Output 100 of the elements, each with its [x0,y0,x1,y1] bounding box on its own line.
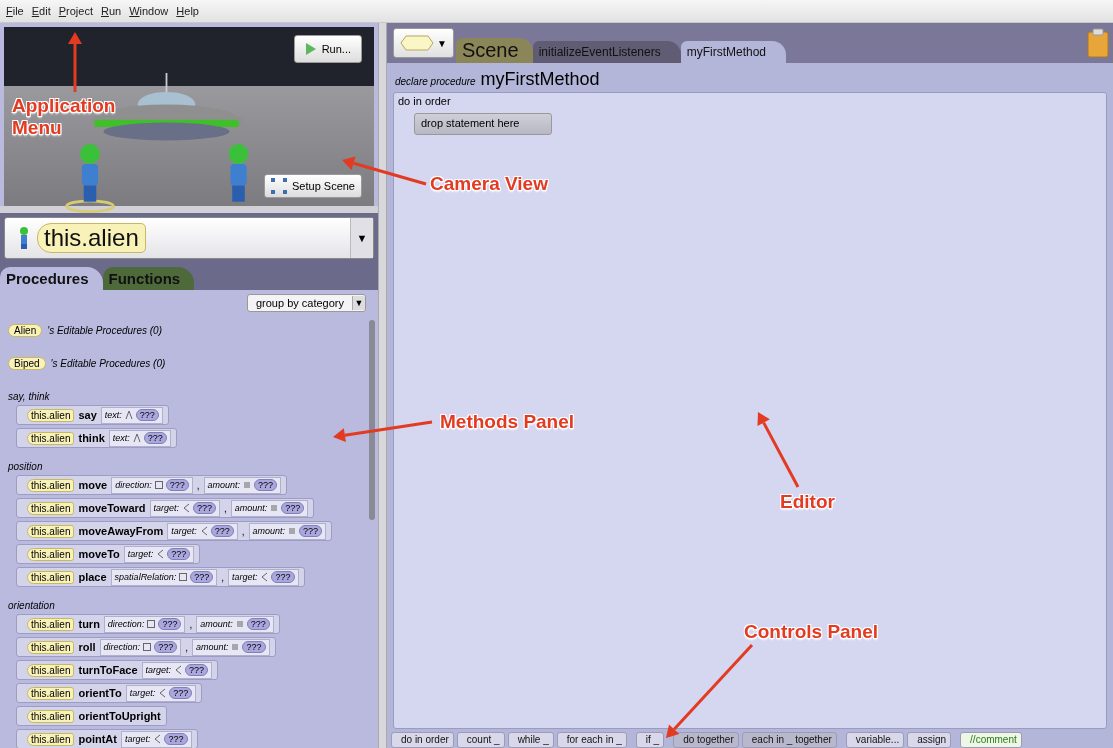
target-tag: this.alien [27,709,75,723]
menu-item[interactable]: Run [100,5,122,17]
type-tag[interactable]: Alien [8,323,43,337]
procedure-name: orientTo [78,687,122,699]
parameter-slot[interactable]: amount: ??? [203,476,282,494]
procedure-tile[interactable]: this.alien turn direction: ??? , amount: ??? [16,614,280,634]
comma: , [189,618,193,630]
procedure-name: roll [78,641,96,653]
category-label: say, think [8,391,51,402]
control-tile[interactable]: if _ [635,731,665,748]
control-tile[interactable]: count _ [456,731,505,748]
control-tile[interactable]: assign [907,731,952,748]
panel-tab[interactable]: Procedures [0,267,103,290]
editor-tab[interactable]: myFirstMethod [680,41,787,63]
callout-arrow [68,32,82,92]
menu-item[interactable]: Window [129,5,169,17]
control-tile[interactable]: //comment [960,731,1022,748]
control-tile[interactable]: for each in _ [556,731,627,748]
parameter-slot[interactable]: direction: ??? [103,615,186,633]
parameter-slot[interactable]: target: ??? [141,661,213,679]
parameter-type-icon [147,619,156,629]
procedure-name: say [78,409,97,421]
target-tag: this.alien [27,640,75,654]
procedure-tile[interactable]: this.alien moveTo target: ??? [16,544,201,564]
control-tile[interactable]: each in _ together [741,731,837,748]
parameter-type-icon [179,572,188,582]
parameter-slot[interactable]: amount: ??? [248,522,327,540]
drop-target[interactable]: drop statement here [414,113,552,135]
procedure-tile[interactable]: this.alien place spatialRelation: ??? , target: ??? [16,567,305,587]
object-name: this.alien [37,223,146,253]
editor-tab[interactable]: Scene [455,38,533,63]
object-selector[interactable]: this.alien ▼ [4,217,374,259]
target-tag: this.alien [27,663,75,677]
procedure-name: moveAwayFrom [78,525,164,537]
callout-label: Methods Panel [440,411,576,433]
procedure-tile[interactable]: this.alien say text: ??? [16,405,169,425]
type-selector[interactable]: ▼ [393,28,454,58]
type-tag[interactable]: Biped [8,356,46,370]
block-label: do in order [398,95,451,107]
editable-procedures-label: 's Editable Procedures (0) [47,324,162,336]
group-by-dropdown[interactable]: group by category ▼ [246,294,366,312]
alien-icon [19,227,29,249]
run-button[interactable]: Run... [293,35,362,63]
menu-item[interactable]: Project [58,5,93,17]
parameter-slot[interactable]: text: ??? [100,406,163,424]
parameter-type-icon [260,572,269,582]
menu-item[interactable]: Help [176,5,199,17]
procedure-name: move [78,479,108,491]
callout-label: Application Menu [12,95,117,139]
parameter-slot[interactable]: target: ??? [125,684,197,702]
parameter-type-icon [235,619,244,629]
play-icon [304,42,317,56]
parameter-slot[interactable]: target: ??? [123,545,195,563]
parameter-slot[interactable]: target: ??? [120,730,192,748]
panel-splitter[interactable] [378,23,387,748]
procedure-name: think [78,432,105,444]
procedure-tile[interactable]: this.alien moveToward target: ??? , amount: ??? [16,498,315,518]
target-tag: this.alien [27,547,75,561]
control-tile[interactable]: variable... [845,731,905,748]
scrollbar[interactable] [369,320,375,520]
menu-item[interactable]: File [6,5,24,17]
procedure-tile[interactable]: this.alien move direction: ??? , amount: ??? [16,475,288,495]
parameter-slot[interactable]: text: ??? [108,429,171,447]
target-tag: this.alien [27,501,75,515]
procedure-name: moveToward [78,502,146,514]
target-tag: this.alien [27,686,75,700]
target-tag: this.alien [27,431,75,445]
corners-icon [271,178,287,195]
setup-scene-button[interactable]: Setup Scene [264,174,362,199]
parameter-type-icon [132,433,141,443]
parameter-slot[interactable]: target: ??? [227,568,299,586]
parameter-slot[interactable]: amount: ??? [191,638,270,656]
procedure-tile[interactable]: this.alien think text: ??? [16,428,177,448]
parameter-slot[interactable]: amount: ??? [230,499,309,517]
parameter-slot[interactable]: direction: ??? [99,638,182,656]
parameter-type-icon [143,642,152,652]
target-tag: this.alien [27,408,75,422]
editable-procedures-label: 's Editable Procedures (0) [50,357,166,369]
parameter-slot[interactable]: direction: ??? [111,476,193,494]
menu-item[interactable]: Edit [31,5,51,17]
parameter-type-icon [270,503,279,513]
procedure-tile[interactable]: this.alien roll direction: ??? , amount: ??? [16,637,276,657]
procedure-name: turnToFace [78,664,138,676]
parameter-slot[interactable]: spatialRelation: ??? [110,568,218,586]
procedure-tile[interactable]: this.alien pointAt target: ??? [16,729,198,748]
category-label: position [8,461,44,472]
procedure-name: turn [78,618,100,630]
procedure-tile[interactable]: this.alien orientTo target: ??? [16,683,203,703]
procedure-tile[interactable]: this.alien orientToUpright [16,706,167,726]
control-tile[interactable]: while _ [507,731,554,748]
parameter-slot[interactable]: amount: ??? [196,615,274,633]
procedure-tile[interactable]: this.alien moveAwayFrom target: ??? , amount: ??? [16,521,333,541]
control-tile[interactable]: do together [673,731,739,748]
resize-handle[interactable] [0,206,378,213]
procedure-name: place [78,571,107,583]
control-tile[interactable]: do in order [391,731,454,748]
parameter-slot[interactable]: target: ??? [149,499,221,517]
comma: , [185,641,188,653]
procedure-tile[interactable]: this.alien turnToFace target: ??? [16,660,219,680]
parameter-slot[interactable]: target: ??? [167,522,238,540]
